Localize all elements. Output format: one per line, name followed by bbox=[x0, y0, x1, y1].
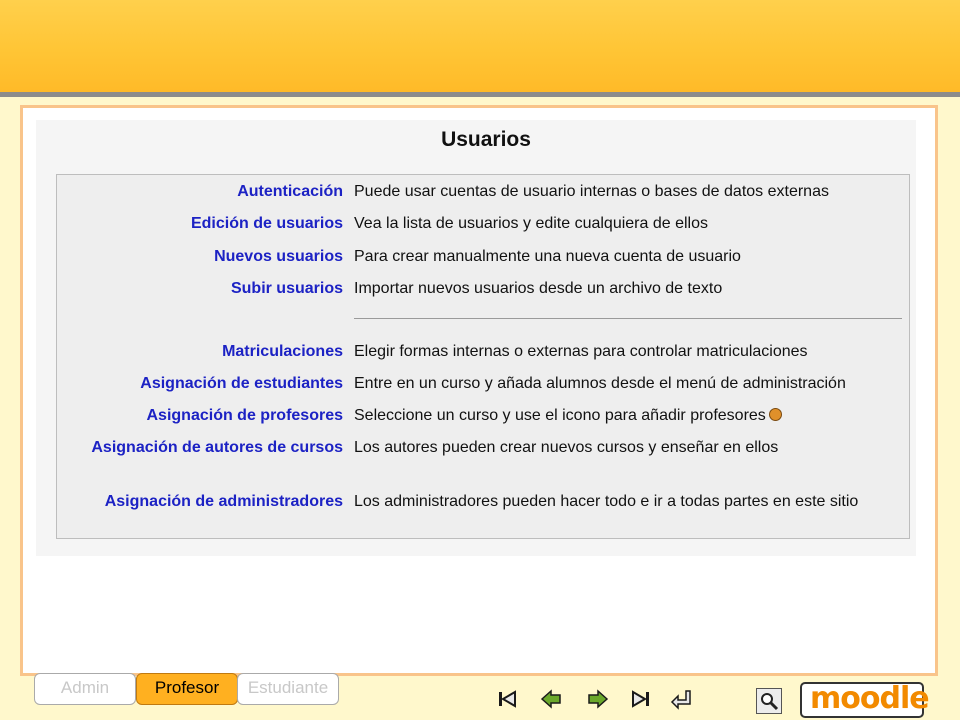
link-nuevos-usuarios[interactable]: Nuevos usuarios bbox=[57, 246, 343, 268]
content-panel: Usuarios Autenticación Puede usar cuenta… bbox=[36, 120, 916, 556]
link-asignacion-profesores[interactable]: Asignación de profesores bbox=[57, 405, 344, 427]
tab-estudiante[interactable]: Estudiante bbox=[237, 673, 339, 705]
row-description: Puede usar cuentas de usuario internas o… bbox=[354, 183, 829, 200]
slide-frame: Usuarios Autenticación Puede usar cuenta… bbox=[20, 105, 938, 676]
link-edicion-usuarios[interactable]: Edición de usuarios bbox=[57, 213, 343, 235]
row-description: Entre en un curso y añada alumnos desde … bbox=[354, 375, 846, 392]
return-icon[interactable] bbox=[670, 688, 692, 710]
header-divider bbox=[0, 92, 960, 97]
link-subir-usuarios[interactable]: Subir usuarios bbox=[57, 278, 343, 300]
row-description: Para crear manualmente una nueva cuenta … bbox=[354, 248, 741, 265]
teacher-icon bbox=[768, 408, 782, 421]
next-icon[interactable] bbox=[587, 688, 609, 710]
section-divider bbox=[354, 318, 902, 319]
moodle-logo[interactable]: moodle bbox=[800, 681, 930, 718]
row-description-text: Seleccione un curso y use el icono para … bbox=[354, 407, 766, 424]
row-description: Seleccione un curso y use el icono para … bbox=[354, 405, 894, 427]
link-autenticacion[interactable]: Autenticación bbox=[57, 181, 343, 203]
tab-admin[interactable]: Admin bbox=[34, 673, 136, 705]
header-bar bbox=[0, 0, 960, 92]
users-table: Autenticación Puede usar cuentas de usua… bbox=[56, 174, 910, 539]
row-description: Los autores pueden crear nuevos cursos y… bbox=[354, 439, 779, 456]
link-matriculaciones[interactable]: Matriculaciones bbox=[57, 341, 343, 363]
row-description: Importar nuevos usuarios desde un archiv… bbox=[354, 280, 723, 297]
row-description: Vea la lista de usuarios y edite cualqui… bbox=[354, 215, 708, 232]
link-asignacion-administradores[interactable]: Asignación de administradores bbox=[57, 491, 343, 513]
link-asignacion-estudiantes[interactable]: Asignación de estudiantes bbox=[57, 373, 343, 395]
tab-profesor[interactable]: Profesor bbox=[136, 673, 238, 705]
row-description: Elegir formas internas o externas para c… bbox=[354, 343, 808, 360]
link-asignacion-autores[interactable]: Asignación de autores de cursos bbox=[57, 437, 343, 459]
row-description: Los administradores pueden hacer todo e … bbox=[354, 493, 859, 510]
page-title: Usuarios bbox=[441, 128, 531, 151]
moodle-logo-text: moodle bbox=[810, 681, 930, 716]
previous-icon[interactable] bbox=[540, 688, 562, 710]
first-icon[interactable] bbox=[496, 688, 518, 710]
last-icon[interactable] bbox=[630, 688, 652, 710]
search-icon[interactable] bbox=[756, 688, 782, 714]
